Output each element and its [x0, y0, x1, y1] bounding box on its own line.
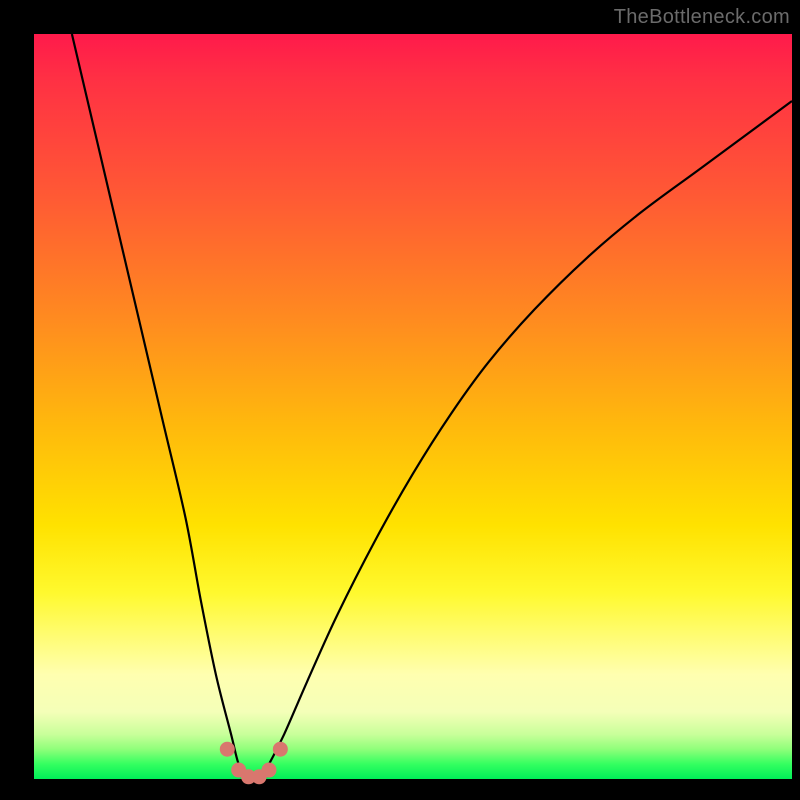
watermark-text: TheBottleneck.com: [614, 6, 790, 29]
curve-marker: [273, 742, 288, 757]
curve-marker: [261, 763, 276, 778]
bottleneck-curve: [72, 34, 792, 779]
curve-layer: [34, 34, 792, 779]
chart-frame: TheBottleneck.com: [0, 0, 800, 800]
curve-markers: [220, 742, 288, 785]
plot-area: [34, 34, 792, 779]
curve-marker: [220, 742, 235, 757]
